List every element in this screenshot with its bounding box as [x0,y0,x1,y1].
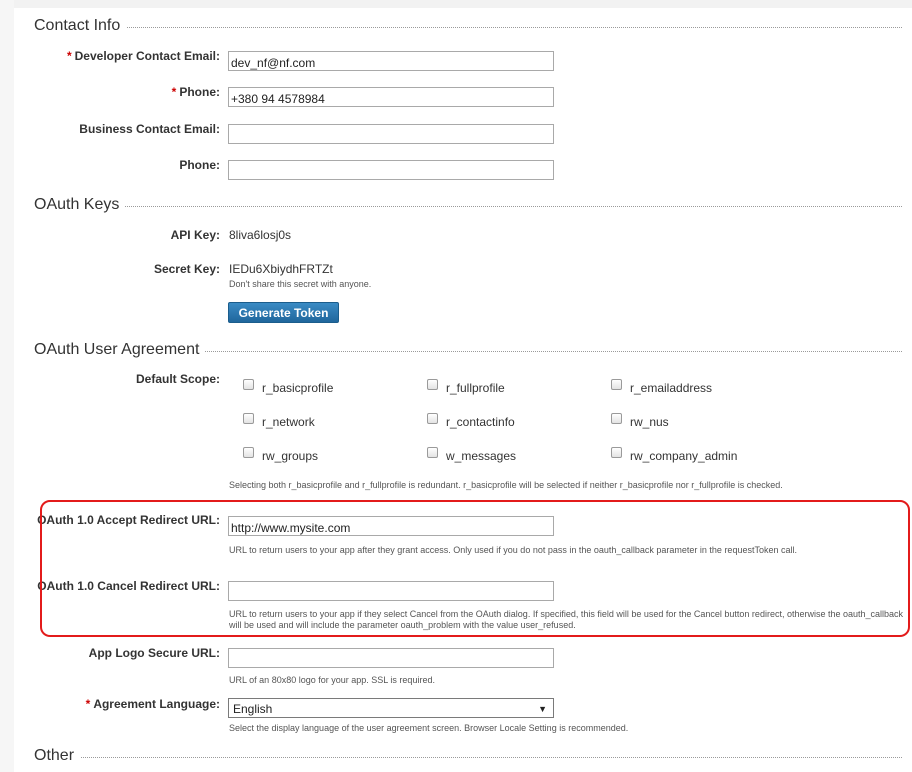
top-shade [0,0,912,8]
developer-email-field[interactable] [228,51,554,71]
agreement-language-hint: Select the display language of the user … [229,723,629,733]
section-divider [34,27,902,28]
checkbox-icon[interactable] [611,413,622,424]
default-scope-label: Default Scope: [135,372,220,386]
section-title-oauth-keys: OAuth Keys [34,195,126,215]
cancel-redirect-field[interactable] [228,581,554,601]
checkbox-icon[interactable] [611,379,622,390]
required-mark: * [171,85,177,99]
secret-key-label: Secret Key: [153,262,220,276]
api-key-value: 8liva6losj0s [229,228,292,242]
secret-key-value: IEDu6XbiydhFRTZt [229,262,333,276]
checkbox-icon[interactable] [611,447,622,458]
left-shade [0,0,14,772]
section-divider [34,757,902,758]
app-logo-field[interactable] [228,648,554,668]
checkbox-icon[interactable] [427,379,438,390]
checkbox-icon[interactable] [243,379,254,390]
app-logo-label: App Logo Secure URL: [88,646,220,660]
checkbox-icon[interactable] [427,413,438,424]
section-other: Other [34,746,902,766]
business-phone-label: Phone: [179,158,220,172]
agreement-language-label: * Agreement Language: [85,697,220,711]
cancel-redirect-label: OAuth 1.0 Cancel Redirect URL: [37,579,220,593]
required-mark: * [66,49,72,63]
accept-redirect-hint: URL to return users to your app after th… [229,545,797,555]
agreement-language-select[interactable]: English ▼ [228,698,554,718]
section-title-contact: Contact Info [34,16,127,36]
secret-key-hint: Don't share this secret with anyone. [229,279,372,289]
section-divider [34,206,902,207]
section-title-other: Other [34,746,81,766]
api-key-label: API Key: [170,228,220,242]
checkbox-icon[interactable] [427,447,438,458]
section-oauth-keys: OAuth Keys [34,195,902,215]
developer-email-label: * Developer Contact Email: [66,49,220,63]
business-phone-field[interactable] [228,160,554,180]
dropdown-arrow-icon: ▼ [538,704,547,714]
phone-label: * Phone: [171,85,220,99]
cancel-redirect-hint: URL to return users to your app if they … [229,609,904,630]
checkbox-icon[interactable] [243,447,254,458]
accept-redirect-label: OAuth 1.0 Accept Redirect URL: [37,513,220,527]
checkbox-icon[interactable] [243,413,254,424]
generate-token-button[interactable]: Generate Token [228,302,339,323]
app-logo-hint: URL of an 80x80 logo for your app. SSL i… [229,675,435,685]
phone-field[interactable] [228,87,554,107]
business-email-label: Business Contact Email: [79,122,220,136]
scope-hint: Selecting both r_basicprofile and r_full… [229,480,783,490]
required-mark: * [85,697,91,711]
accept-redirect-field[interactable] [228,516,554,536]
section-contact-info: Contact Info [34,16,902,36]
business-email-field[interactable] [228,124,554,144]
section-oauth-agreement: OAuth User Agreement [34,340,902,360]
agreement-language-value: English [233,702,273,716]
section-title-agreement: OAuth User Agreement [34,340,206,360]
